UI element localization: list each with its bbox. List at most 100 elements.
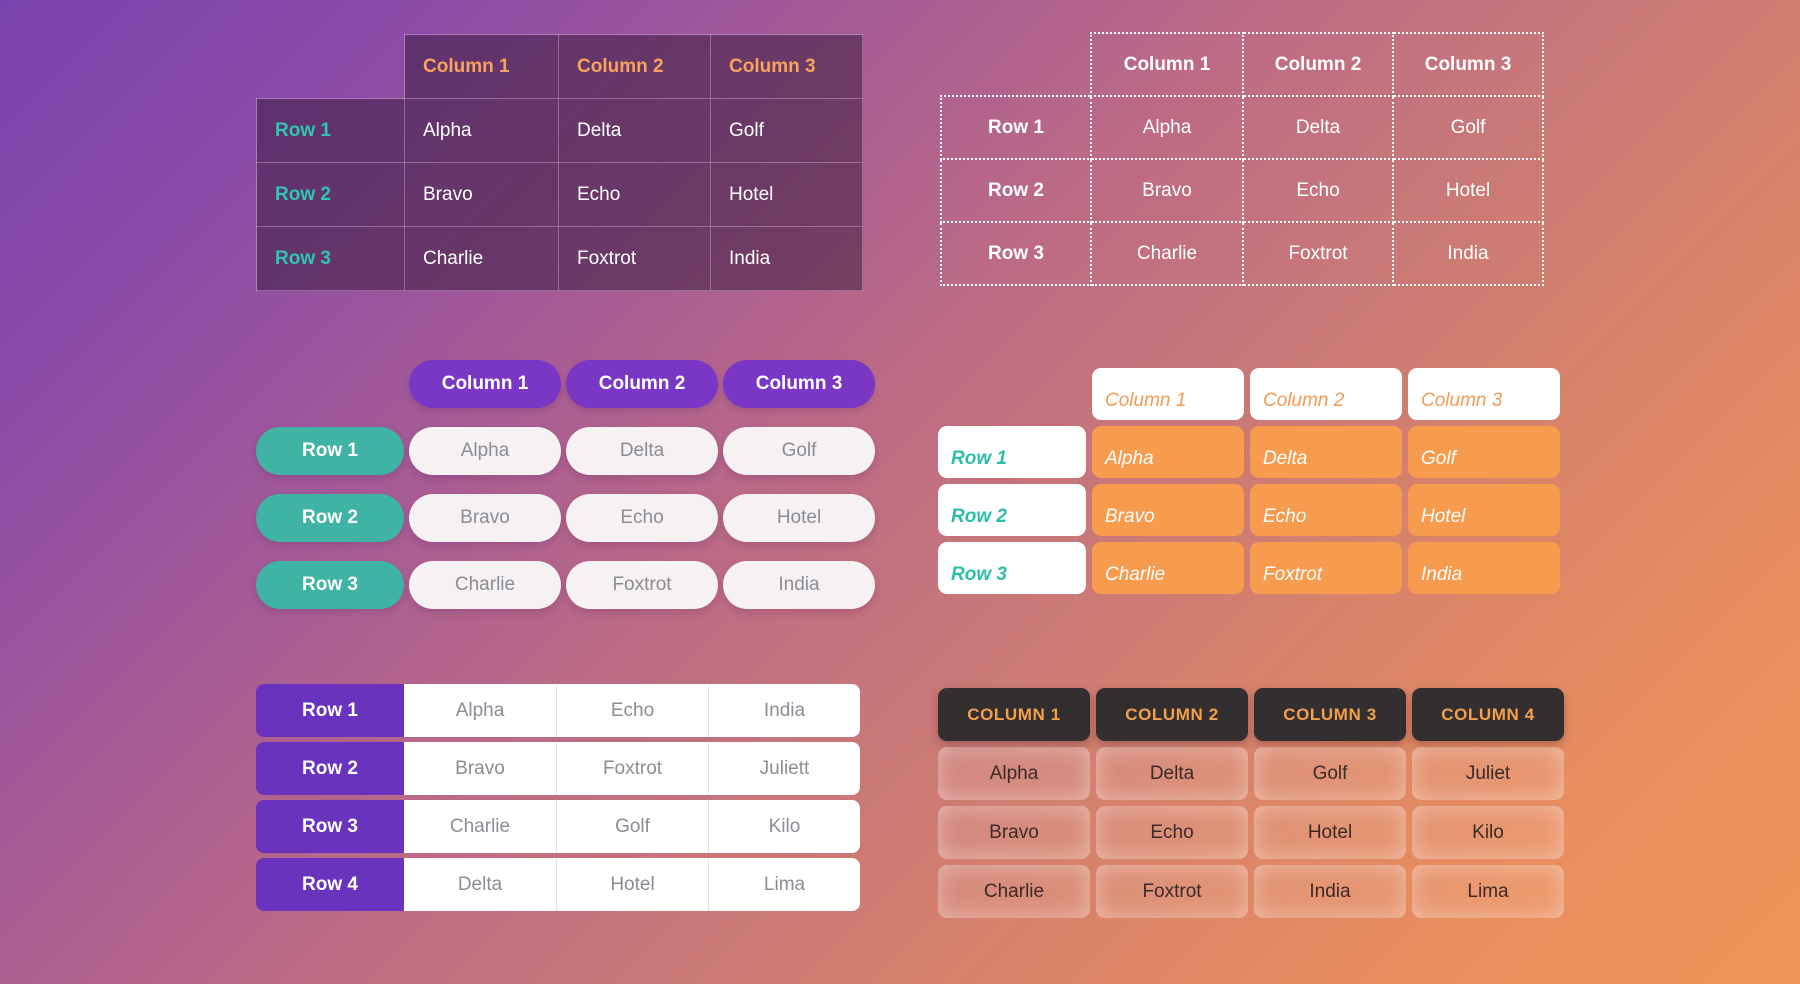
table-row: Row 2 Bravo Echo Hotel	[256, 162, 863, 227]
table-cell: India	[710, 226, 863, 291]
table-row: Row 1 Alpha Echo India	[256, 684, 860, 737]
table-cell: Juliett	[708, 742, 860, 795]
table-cell: Echo	[558, 162, 711, 227]
table-cell: Alpha	[938, 747, 1090, 800]
table-cell: Delta	[457, 873, 503, 895]
table-cell: Golf	[1392, 95, 1544, 160]
table-cell: Bravo	[404, 162, 559, 227]
table-row: Row 2 Bravo Echo Hotel	[940, 158, 1544, 223]
table-cell: Lima	[1412, 865, 1564, 918]
table-cell: India	[1392, 221, 1544, 286]
table-cell: Delta	[1250, 426, 1402, 478]
row-label: Row 1	[256, 98, 405, 163]
table-orange-cards: Column 1 Column 2 Column 3 Row 1 Alpha D…	[938, 368, 1560, 594]
row-label: Row 1	[256, 427, 404, 475]
table-cell: Bravo	[938, 806, 1090, 859]
table-cell: Echo	[1250, 484, 1402, 536]
row-label: Row 4	[256, 858, 404, 911]
table-cell: Kilo	[1412, 806, 1564, 859]
table-cell: Charlie	[409, 561, 561, 609]
table-row: Row 3 Charlie Foxtrot India	[256, 226, 863, 291]
page-canvas: Column 1 Column 2 Column 3 Row 1 Alpha D…	[0, 0, 1800, 984]
table-row: Row 4 Delta Hotel Lima	[256, 858, 860, 911]
table-cell: Alpha	[404, 98, 559, 163]
table-cell: Foxtrot	[1250, 542, 1402, 594]
table-cell: Hotel	[1392, 158, 1544, 223]
table-cell: Delta	[1242, 95, 1394, 160]
corner-cell	[941, 33, 1091, 96]
row-label: Row 2	[256, 162, 405, 227]
row-label: Row 3	[256, 561, 404, 609]
table-cell: Bravo	[455, 757, 505, 779]
row-label: Row 2	[256, 494, 404, 542]
column-header: Column 3	[1392, 32, 1544, 97]
table-cell: Delta	[558, 98, 711, 163]
row-label: Row 1	[940, 95, 1092, 160]
table-header-row: Column 1 Column 2 Column 3	[257, 34, 863, 99]
table-row: Row 3 Charlie Golf Kilo	[256, 800, 860, 853]
row-label: Row 2	[940, 158, 1092, 223]
table-cell: Hotel	[723, 494, 875, 542]
table-cell: Golf	[723, 427, 875, 475]
table-cell: Foxtrot	[558, 226, 711, 291]
row-data-strip: Bravo Foxtrot Juliett	[404, 742, 860, 795]
column-header: Column 2	[1242, 32, 1394, 97]
table-classic-dark: Column 1 Column 2 Column 3 Row 1 Alpha D…	[256, 34, 863, 291]
table-pills: Column 1 Column 2 Column 3 Row 1 Alpha D…	[256, 360, 875, 609]
table-cell: Golf	[1408, 426, 1560, 478]
column-header: Column 3	[1408, 368, 1560, 420]
row-label: Row 1	[256, 684, 404, 737]
table-cell: India	[708, 684, 860, 737]
table-cell: India	[723, 561, 875, 609]
table-cell: Alpha	[1090, 95, 1244, 160]
row-label: Row 2	[938, 484, 1086, 536]
column-header: COLUMN 3	[1254, 688, 1406, 741]
column-header: Column 1	[1092, 368, 1244, 420]
corner-cell	[938, 368, 1086, 420]
table-cell: Charlie	[938, 865, 1090, 918]
row-label: Row 3	[940, 221, 1092, 286]
row-data-strip: Charlie Golf Kilo	[404, 800, 860, 853]
table-cell: Alpha	[1092, 426, 1244, 478]
row-label: Row 1	[938, 426, 1086, 478]
table-cell: Charlie	[449, 815, 511, 837]
table-cell: Delta	[566, 427, 718, 475]
row-label: Row 3	[256, 800, 404, 853]
column-header: COLUMN 4	[1412, 688, 1564, 741]
table-header-row: Column 1 Column 2 Column 3	[941, 32, 1544, 97]
table-row-strips: Row 1 Alpha Echo India Row 2 Bravo Foxtr…	[256, 684, 860, 911]
column-header: Column 2	[566, 360, 718, 408]
column-header: Column 3	[723, 360, 875, 408]
column-header: Column 1	[409, 360, 561, 408]
table-cell: Bravo	[1092, 484, 1244, 536]
row-data-strip: Delta Hotel Lima	[404, 858, 860, 911]
table-cell: Bravo	[409, 494, 561, 542]
table-dark-headers: COLUMN 1 COLUMN 2 COLUMN 3 COLUMN 4 Alph…	[938, 688, 1564, 918]
table-row: Row 3 Charlie Foxtrot India	[940, 221, 1544, 286]
row-label: Row 3	[938, 542, 1086, 594]
table-cell: Alpha	[409, 427, 561, 475]
table-cell: Foxtrot	[1096, 865, 1248, 918]
column-header: Column 1	[1090, 32, 1244, 97]
table-cell: Charlie	[1092, 542, 1244, 594]
table-cell: Alpha	[455, 699, 505, 721]
column-header: Column 1	[404, 34, 559, 99]
table-cell: Lima	[708, 858, 860, 911]
table-cell: Delta	[1096, 747, 1248, 800]
table-cell: Foxtrot	[556, 742, 708, 795]
table-row: Row 1 Alpha Delta Golf	[940, 95, 1544, 160]
table-cell: India	[1408, 542, 1560, 594]
column-header: Column 2	[558, 34, 711, 99]
table-cell: Charlie	[404, 226, 559, 291]
table-cell: Echo	[566, 494, 718, 542]
table-cell: Kilo	[708, 800, 860, 853]
table-cell: Foxtrot	[566, 561, 718, 609]
table-cell: Hotel	[710, 162, 863, 227]
table-cell: Echo	[1096, 806, 1248, 859]
table-cell: Hotel	[556, 858, 708, 911]
table-dotted-border: Column 1 Column 2 Column 3 Row 1 Alpha D…	[940, 32, 1544, 286]
column-header: Column 2	[1250, 368, 1402, 420]
table-cell: Echo	[556, 684, 708, 737]
row-label: Row 2	[256, 742, 404, 795]
table-row: Row 1 Alpha Delta Golf	[256, 98, 863, 163]
